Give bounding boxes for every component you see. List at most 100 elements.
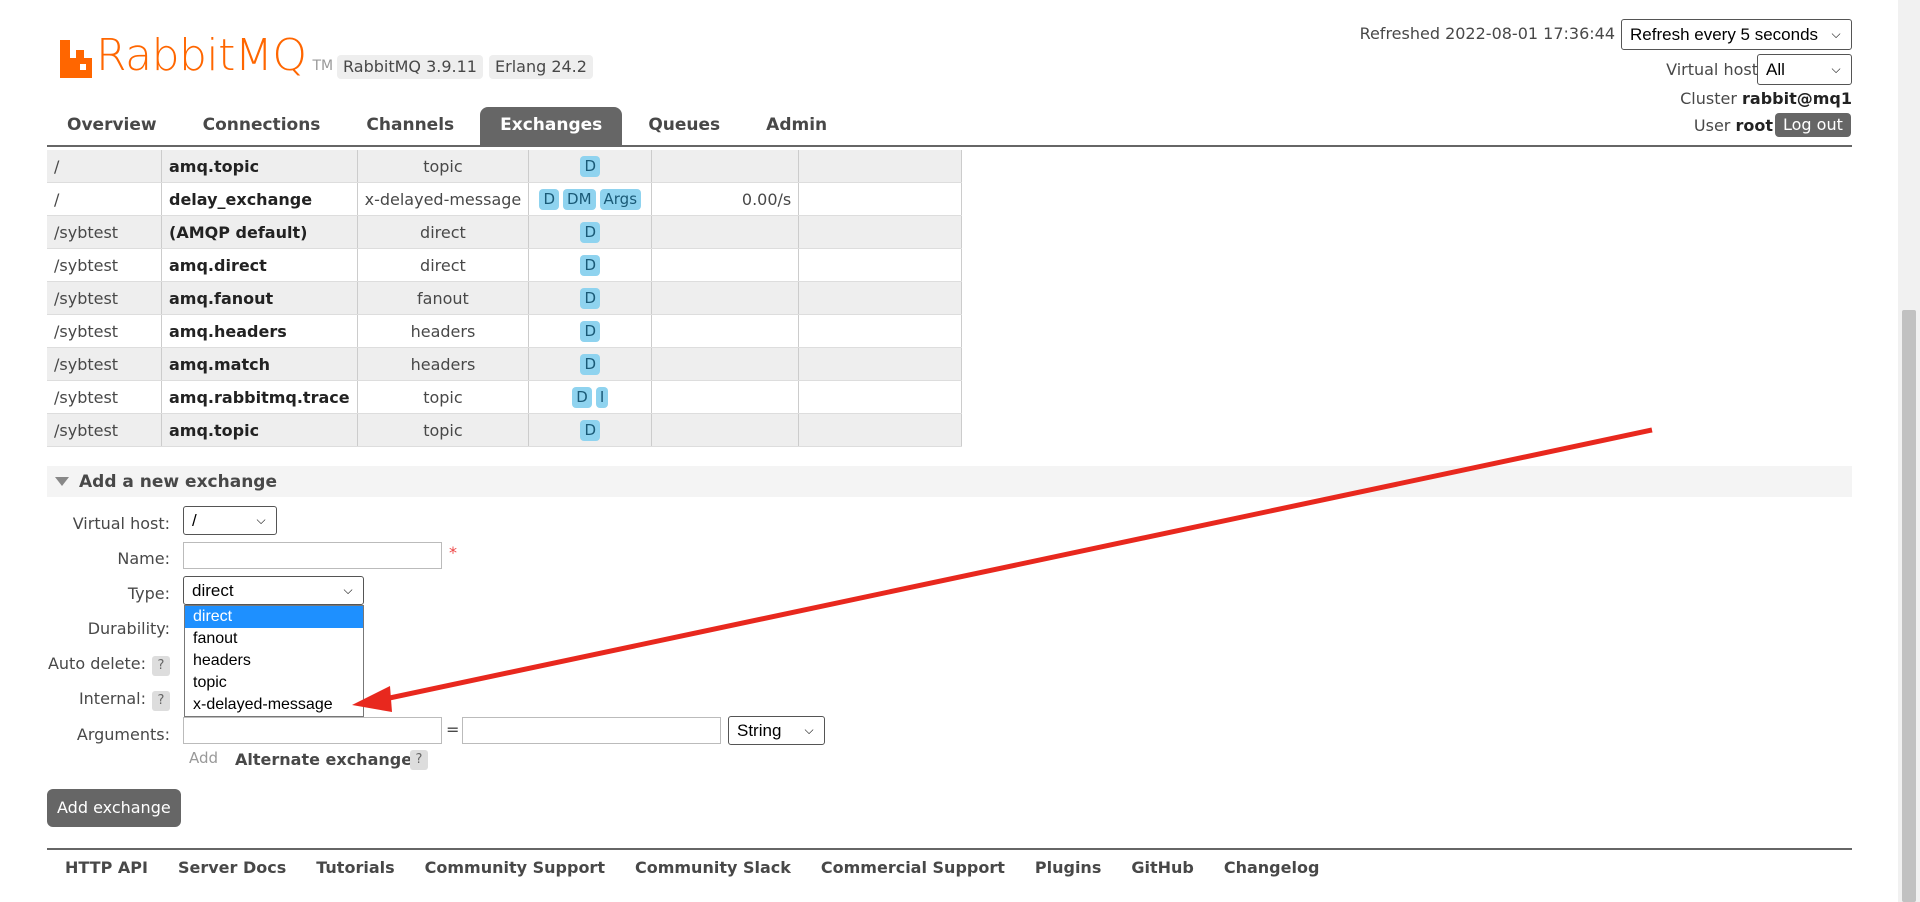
exchange-type-value: direct	[192, 580, 234, 600]
footer-link-community-slack[interactable]: Community Slack	[635, 858, 791, 877]
tab-channels[interactable]: Channels	[346, 107, 474, 145]
table-row[interactable]: /sybtest amq.topic topic D	[47, 413, 963, 447]
row-vhost: /sybtest	[47, 413, 162, 447]
form-vhost-select[interactable]: / ⌵	[183, 506, 277, 535]
logo-text: RabbitMQ	[96, 30, 307, 81]
add-exchange-section-header[interactable]: Add a new exchange	[47, 466, 1852, 497]
table-row[interactable]: /sybtest amq.headers headers D	[47, 314, 963, 348]
argument-type-select[interactable]: String ⌵	[728, 716, 825, 745]
exchange-name-input[interactable]	[183, 542, 442, 569]
row-type: x-delayed-message	[357, 182, 530, 216]
chevron-down-icon: ⌵	[256, 513, 266, 527]
rabbitmq-logo-icon	[60, 40, 92, 78]
type-option-headers[interactable]: headers	[185, 650, 363, 672]
row-message-rate-in	[651, 215, 800, 249]
feature-badge: D	[580, 320, 601, 342]
footer-link-github[interactable]: GitHub	[1131, 858, 1194, 877]
cluster-value: rabbit@mq1	[1742, 89, 1852, 108]
footer-link-http-api[interactable]: HTTP API	[65, 858, 148, 877]
row-exchange-name-link[interactable]: amq.topic	[161, 413, 358, 447]
tab-overview[interactable]: Overview	[47, 107, 177, 145]
row-type: topic	[357, 150, 530, 183]
row-message-rate-in: 0.00/s	[651, 182, 800, 216]
table-row[interactable]: /sybtest amq.fanout fanout D	[47, 281, 963, 315]
alternate-exchange-link[interactable]: Alternate exchange	[235, 750, 412, 769]
tab-exchanges[interactable]: Exchanges	[480, 107, 623, 145]
alternate-exchange-help-button[interactable]: ?	[410, 750, 428, 770]
row-message-rate-in	[651, 150, 800, 183]
row-type: topic	[357, 413, 530, 447]
table-row[interactable]: /sybtest (AMQP default) direct D	[47, 215, 963, 249]
feature-badge: D	[580, 419, 601, 441]
footer-link-plugins[interactable]: Plugins	[1035, 858, 1101, 877]
footer-links: HTTP API Server Docs Tutorials Community…	[50, 858, 1334, 877]
type-option-topic[interactable]: topic	[185, 672, 363, 694]
row-features: D DM Args	[528, 182, 653, 216]
table-row[interactable]: / amq.topic topic D	[47, 150, 963, 183]
type-option-fanout[interactable]: fanout	[185, 628, 363, 650]
vhost-select-value: All	[1766, 59, 1785, 79]
row-vhost: /sybtest	[47, 281, 162, 315]
row-message-rate-out	[798, 347, 963, 381]
autodelete-help-button[interactable]: ?	[152, 656, 170, 676]
row-features: DI	[528, 380, 653, 414]
add-exchange-button[interactable]: Add exchange	[47, 789, 181, 827]
chevron-down-icon: ⌵	[1831, 62, 1841, 76]
argument-key-input[interactable]	[183, 717, 442, 744]
required-mark: *	[449, 543, 457, 562]
form-autodelete-label: Auto delete:?	[0, 654, 170, 676]
table-row[interactable]: /sybtest amq.direct direct D	[47, 248, 963, 282]
tab-connections[interactable]: Connections	[183, 107, 341, 145]
row-message-rate-out	[798, 314, 963, 348]
row-exchange-name-link[interactable]: (AMQP default)	[161, 215, 358, 249]
table-row[interactable]: /sybtest amq.rabbitmq.trace topic D I	[47, 380, 963, 414]
type-option-x-delayed-message[interactable]: x-delayed-message	[185, 694, 363, 716]
argument-value-input[interactable]	[462, 717, 721, 744]
row-vhost: /	[47, 182, 162, 216]
footer-link-community-support[interactable]: Community Support	[425, 858, 605, 877]
argument-type-value: String	[737, 720, 782, 740]
logo-tm: TM	[312, 58, 334, 74]
row-exchange-name-link[interactable]: amq.fanout	[161, 281, 358, 315]
row-exchange-name-link[interactable]: amq.headers	[161, 314, 358, 348]
row-exchange-name-link[interactable]: delay_exchange	[161, 182, 358, 216]
rabbitmq-logo[interactable]: RabbitMQ TM	[60, 30, 333, 78]
erlang-badge: Erlang 24.2	[489, 55, 593, 79]
row-features: D	[528, 413, 653, 447]
type-option-direct[interactable]: direct	[185, 606, 363, 628]
row-exchange-name-link[interactable]: amq.topic	[161, 150, 358, 183]
autodelete-label-text: Auto delete:	[47, 654, 146, 673]
tab-admin[interactable]: Admin	[746, 107, 847, 145]
footer-link-tutorials[interactable]: Tutorials	[316, 858, 394, 877]
vhost-select[interactable]: All ⌵	[1757, 54, 1852, 85]
row-message-rate-out	[798, 182, 963, 216]
tab-queues[interactable]: Queues	[628, 107, 740, 145]
main-nav: Overview Connections Channels Exchanges …	[47, 107, 853, 145]
row-exchange-name-link[interactable]: amq.match	[161, 347, 358, 381]
table-row[interactable]: /sybtest amq.match headers D	[47, 347, 963, 381]
row-features: D	[528, 150, 653, 183]
row-message-rate-out	[798, 413, 963, 447]
table-row[interactable]: / delay_exchange x-delayed-message D DM Args 0…	[47, 182, 963, 216]
add-exchange-title: Add a new exchange	[79, 471, 278, 492]
footer-link-commercial-support[interactable]: Commercial Support	[821, 858, 1005, 877]
row-message-rate-out	[798, 150, 963, 183]
exchange-type-select[interactable]: direct ⌵	[183, 576, 364, 605]
refresh-interval-select[interactable]: Refresh every 5 seconds ⌵	[1621, 19, 1852, 50]
logout-button[interactable]: Log out	[1775, 113, 1851, 137]
row-message-rate-out	[798, 215, 963, 249]
form-arguments-label: Arguments:	[76, 725, 170, 744]
form-name-label: Name:	[117, 549, 170, 568]
row-exchange-name-link[interactable]: amq.rabbitmq.trace	[161, 380, 358, 414]
row-message-rate-in	[651, 347, 800, 381]
footer-link-changelog[interactable]: Changelog	[1224, 858, 1320, 877]
footer-link-server-docs[interactable]: Server Docs	[178, 858, 286, 877]
internal-help-button[interactable]: ?	[152, 691, 170, 711]
feature-badge: D	[580, 287, 601, 309]
row-type: direct	[357, 215, 530, 249]
row-exchange-name-link[interactable]: amq.direct	[161, 248, 358, 282]
add-argument-link[interactable]: Add	[189, 749, 218, 767]
row-message-rate-in	[651, 380, 800, 414]
row-type: direct	[357, 248, 530, 282]
scrollbar-thumb[interactable]	[1902, 310, 1916, 902]
